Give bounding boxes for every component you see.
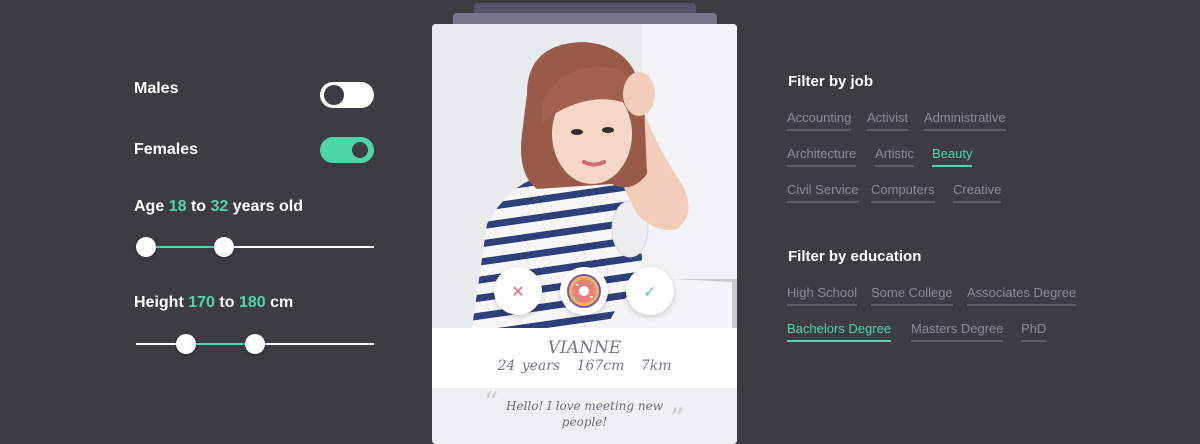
- profile-photo: ✕ ✓: [432, 24, 737, 328]
- females-toggle[interactable]: [320, 137, 374, 163]
- profile-card[interactable]: ✕ ✓ VIANNE 24 years 167cm 7km “ Hello! I…: [432, 24, 737, 444]
- profile-height: 167cm: [576, 358, 625, 374]
- job-chip-active[interactable]: Beauty: [932, 146, 973, 167]
- education-filter-title: Filter by education: [788, 248, 922, 265]
- age-min-value: 18: [168, 198, 187, 215]
- height-sep: to: [219, 294, 235, 311]
- close-quote-icon: ”: [670, 402, 685, 435]
- education-chip[interactable]: High School: [787, 285, 858, 306]
- age-max-thumb[interactable]: [214, 237, 235, 257]
- close-icon: ✕: [511, 281, 525, 301]
- age-prefix: Age: [134, 198, 165, 215]
- check-icon: ✓: [643, 281, 657, 301]
- males-toggle[interactable]: [320, 82, 374, 108]
- education-chip[interactable]: Masters Degree: [911, 321, 1004, 342]
- toggle-knob: [324, 85, 344, 105]
- age-range-fill: [145, 246, 225, 248]
- height-label: Height 170 to 180 cm: [134, 294, 293, 312]
- age-sep: to: [190, 198, 207, 215]
- height-suffix: cm: [270, 294, 294, 311]
- toggle-knob: [350, 140, 370, 160]
- job-chip[interactable]: Artistic: [875, 146, 914, 167]
- education-chip[interactable]: PhD: [1021, 321, 1047, 342]
- males-label: Males: [134, 80, 179, 97]
- like-button[interactable]: ✓: [626, 267, 674, 315]
- age-max-value: 32: [210, 198, 229, 215]
- profile-age: 24 years: [497, 358, 561, 374]
- females-label: Females: [134, 141, 199, 158]
- profile-stats: 24 years 167cm 7km: [432, 358, 737, 374]
- education-chip-active[interactable]: Bachelors Degree: [787, 321, 892, 342]
- height-min-value: 170: [188, 294, 215, 311]
- education-chip[interactable]: Some College: [871, 285, 953, 306]
- profile-bio: Hello! I love meeting new people!: [506, 399, 663, 429]
- job-chip[interactable]: Activist: [867, 110, 909, 131]
- age-label: Age 18 to 32 years old: [134, 198, 303, 216]
- age-suffix: years old: [232, 198, 304, 215]
- job-chip[interactable]: Computers: [871, 182, 935, 203]
- height-max-thumb[interactable]: [245, 334, 265, 354]
- open-quote-icon: “: [484, 386, 499, 419]
- super-like-button[interactable]: [560, 267, 608, 315]
- job-chip[interactable]: Civil Service: [787, 182, 859, 203]
- job-chip[interactable]: Accounting: [787, 110, 852, 131]
- height-range-slider[interactable]: [136, 334, 374, 354]
- job-chip[interactable]: Creative: [953, 182, 1002, 203]
- donut-icon: [567, 274, 601, 308]
- height-prefix: Height: [134, 294, 184, 311]
- profile-distance: 7km: [640, 358, 672, 374]
- height-max-value: 180: [238, 294, 266, 311]
- education-chip[interactable]: Associates Degree: [967, 285, 1077, 306]
- job-chip[interactable]: Administrative: [924, 110, 1006, 131]
- job-chip[interactable]: Architecture: [787, 146, 857, 167]
- age-min-thumb[interactable]: [135, 237, 156, 257]
- dislike-button[interactable]: ✕: [494, 267, 542, 315]
- profile-name: VIANNE: [547, 338, 622, 358]
- job-filter-title: Filter by job: [788, 73, 874, 90]
- age-range-slider[interactable]: [135, 237, 374, 257]
- height-min-thumb[interactable]: [175, 334, 196, 354]
